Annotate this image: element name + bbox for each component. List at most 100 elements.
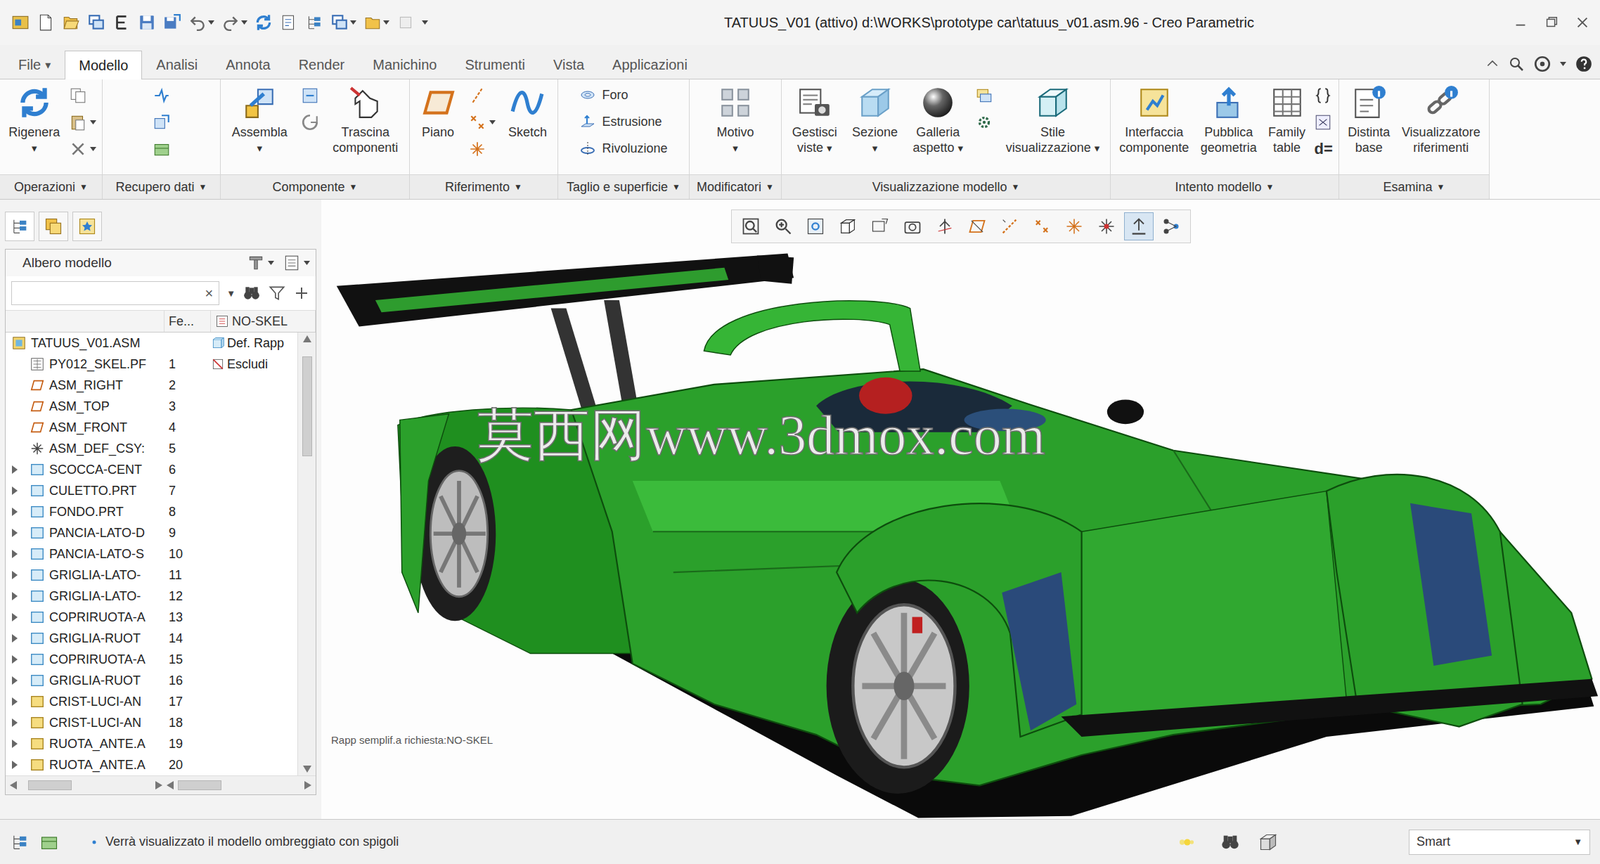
expander[interactable]: [5, 613, 24, 622]
small-tool-button[interactable]: [975, 86, 994, 105]
expander[interactable]: [5, 760, 24, 770]
small-tool-button[interactable]: [152, 113, 171, 132]
quick-access-button[interactable]: [137, 13, 157, 32]
expander[interactable]: [5, 507, 24, 516]
expand-toggle[interactable]: [11, 570, 19, 580]
group-label[interactable]: Recupero dati▼: [102, 174, 221, 199]
vertical-scrollbar[interactable]: [297, 332, 316, 776]
small-tool-button[interactable]: [68, 113, 97, 132]
car-model-icon[interactable]: [321, 199, 1600, 819]
ribbon-button[interactable]: Interfacciacomponente: [1116, 83, 1192, 157]
quick-access-button[interactable]: [305, 13, 324, 32]
ribbon-tab[interactable]: Modello: [64, 50, 143, 80]
expander[interactable]: [5, 486, 24, 495]
view-toolbar-button[interactable]: [1156, 212, 1186, 241]
group-label[interactable]: Esamina▼: [1339, 174, 1489, 199]
expand-toggle[interactable]: [11, 697, 19, 706]
group-label[interactable]: Riferimento▼: [409, 174, 558, 199]
view-toolbar-button[interactable]: [833, 212, 863, 241]
tree-row[interactable]: GRIGLIA-LATO-11: [5, 564, 298, 586]
view-toolbar-button[interactable]: [865, 212, 895, 241]
ribbon-tab[interactable]: Annota: [211, 50, 285, 79]
small-tool-button[interactable]: [1313, 86, 1333, 105]
ribbon-button[interactable]: Estrusione: [579, 113, 668, 131]
view-toolbar-button[interactable]: [768, 212, 798, 241]
expand-toggle[interactable]: [11, 549, 19, 559]
quick-access-button[interactable]: [396, 13, 415, 32]
rep-column[interactable]: NO-SKEL: [210, 310, 316, 332]
tree-show[interactable]: [282, 253, 311, 273]
quick-access-button[interactable]: [254, 13, 273, 32]
small-tool-button[interactable]: [1313, 113, 1333, 132]
expand-toggle[interactable]: [11, 760, 19, 770]
quick-access-button[interactable]: [36, 13, 55, 32]
small-tool-button[interactable]: [152, 139, 171, 159]
tree-row[interactable]: RUOTA_ANTE.A20: [5, 754, 298, 776]
group-label[interactable]: Taglio e superficie▼: [558, 174, 689, 199]
ribbon-tab[interactable]: Manichino: [358, 50, 451, 79]
view-toolbar-button[interactable]: [994, 212, 1025, 241]
ribbon-button[interactable]: Sketch: [505, 83, 550, 142]
expander[interactable]: [5, 739, 24, 748]
tree-row[interactable]: FONDO.PRT8: [5, 501, 298, 523]
expand-toggle[interactable]: [11, 528, 19, 538]
ribbon-button[interactable]: Familytable: [1265, 83, 1309, 157]
expand-toggle[interactable]: [11, 591, 19, 601]
small-tool-button[interactable]: [152, 86, 171, 105]
ribbon-button[interactable]: Piano: [417, 83, 459, 142]
expander[interactable]: [5, 591, 24, 601]
tree-row[interactable]: PANCIA-LATO-S10: [5, 543, 298, 565]
small-tool-button[interactable]: [68, 86, 97, 105]
ribbon-button[interactable]: Distintabase: [1344, 83, 1393, 157]
quick-access-button[interactable]: [112, 13, 131, 32]
ribbon-tab[interactable]: Render: [284, 50, 360, 79]
view-toolbar-button[interactable]: [736, 212, 766, 241]
tree-row[interactable]: TATUUS_V01.ASMDef. Rapp: [5, 332, 298, 354]
ribbon-button[interactable]: Sezione▾: [849, 83, 901, 158]
ribbon-tab[interactable]: Analisi: [142, 50, 212, 79]
expand-toggle[interactable]: [11, 655, 19, 664]
navigator-tab[interactable]: [72, 211, 102, 242]
find-button[interactable]: [1220, 832, 1241, 853]
small-tool-button[interactable]: [300, 86, 320, 105]
add-column-button[interactable]: [293, 284, 311, 302]
clear-search[interactable]: ×: [204, 285, 214, 302]
tree-row[interactable]: CRIST-LUCI-AN17: [5, 691, 298, 713]
view-toolbar-button[interactable]: [1059, 212, 1089, 241]
expander[interactable]: [5, 570, 24, 580]
expand-toggle[interactable]: [11, 486, 19, 495]
tree-row[interactable]: ASM_RIGHT2: [5, 374, 298, 396]
view-toolbar-button[interactable]: [897, 212, 928, 241]
ribbon-button[interactable]: Motivo▾: [713, 83, 757, 158]
tree-row[interactable]: ASM_DEF_CSY:5: [5, 437, 298, 460]
feature-column[interactable]: Fe...: [164, 310, 211, 332]
tree-row[interactable]: CRIST-LUCI-AN18: [5, 712, 298, 734]
ribbon-button[interactable]: Assembla▾: [229, 83, 291, 158]
expand-toggle[interactable]: [11, 676, 19, 685]
quick-access-button[interactable]: [363, 13, 390, 32]
small-tool-button[interactable]: [468, 139, 496, 159]
relations-button[interactable]: d=: [1313, 139, 1333, 159]
small-tool-button[interactable]: [300, 113, 320, 132]
ribbon-tab[interactable]: File▾: [4, 50, 65, 79]
customize-button[interactable]: [421, 20, 429, 26]
quick-access-button[interactable]: [87, 13, 106, 32]
quick-access-button[interactable]: [221, 13, 248, 32]
selection-filter[interactable]: Smart▼: [1408, 829, 1591, 855]
expander[interactable]: [5, 465, 24, 474]
filter-button[interactable]: [267, 284, 287, 303]
find-button[interactable]: [242, 284, 261, 303]
expander[interactable]: [5, 634, 24, 643]
ribbon-button[interactable]: Stilevisualizzazione ▾: [1003, 83, 1103, 158]
expander[interactable]: [5, 655, 24, 664]
view-toolbar-button[interactable]: [800, 212, 831, 241]
expand-toggle[interactable]: [11, 465, 19, 474]
quick-access-button[interactable]: [61, 13, 81, 32]
tree-row[interactable]: COPRIRUOTA-A13: [5, 606, 298, 628]
search-dropdown[interactable]: ▼: [226, 288, 236, 299]
expander[interactable]: [5, 676, 24, 685]
group-label[interactable]: Operazioni▼: [0, 174, 102, 199]
group-label[interactable]: Visualizzazione modello▼: [781, 174, 1111, 199]
expand-toggle[interactable]: [11, 634, 19, 643]
navigator-tab[interactable]: [4, 211, 35, 242]
